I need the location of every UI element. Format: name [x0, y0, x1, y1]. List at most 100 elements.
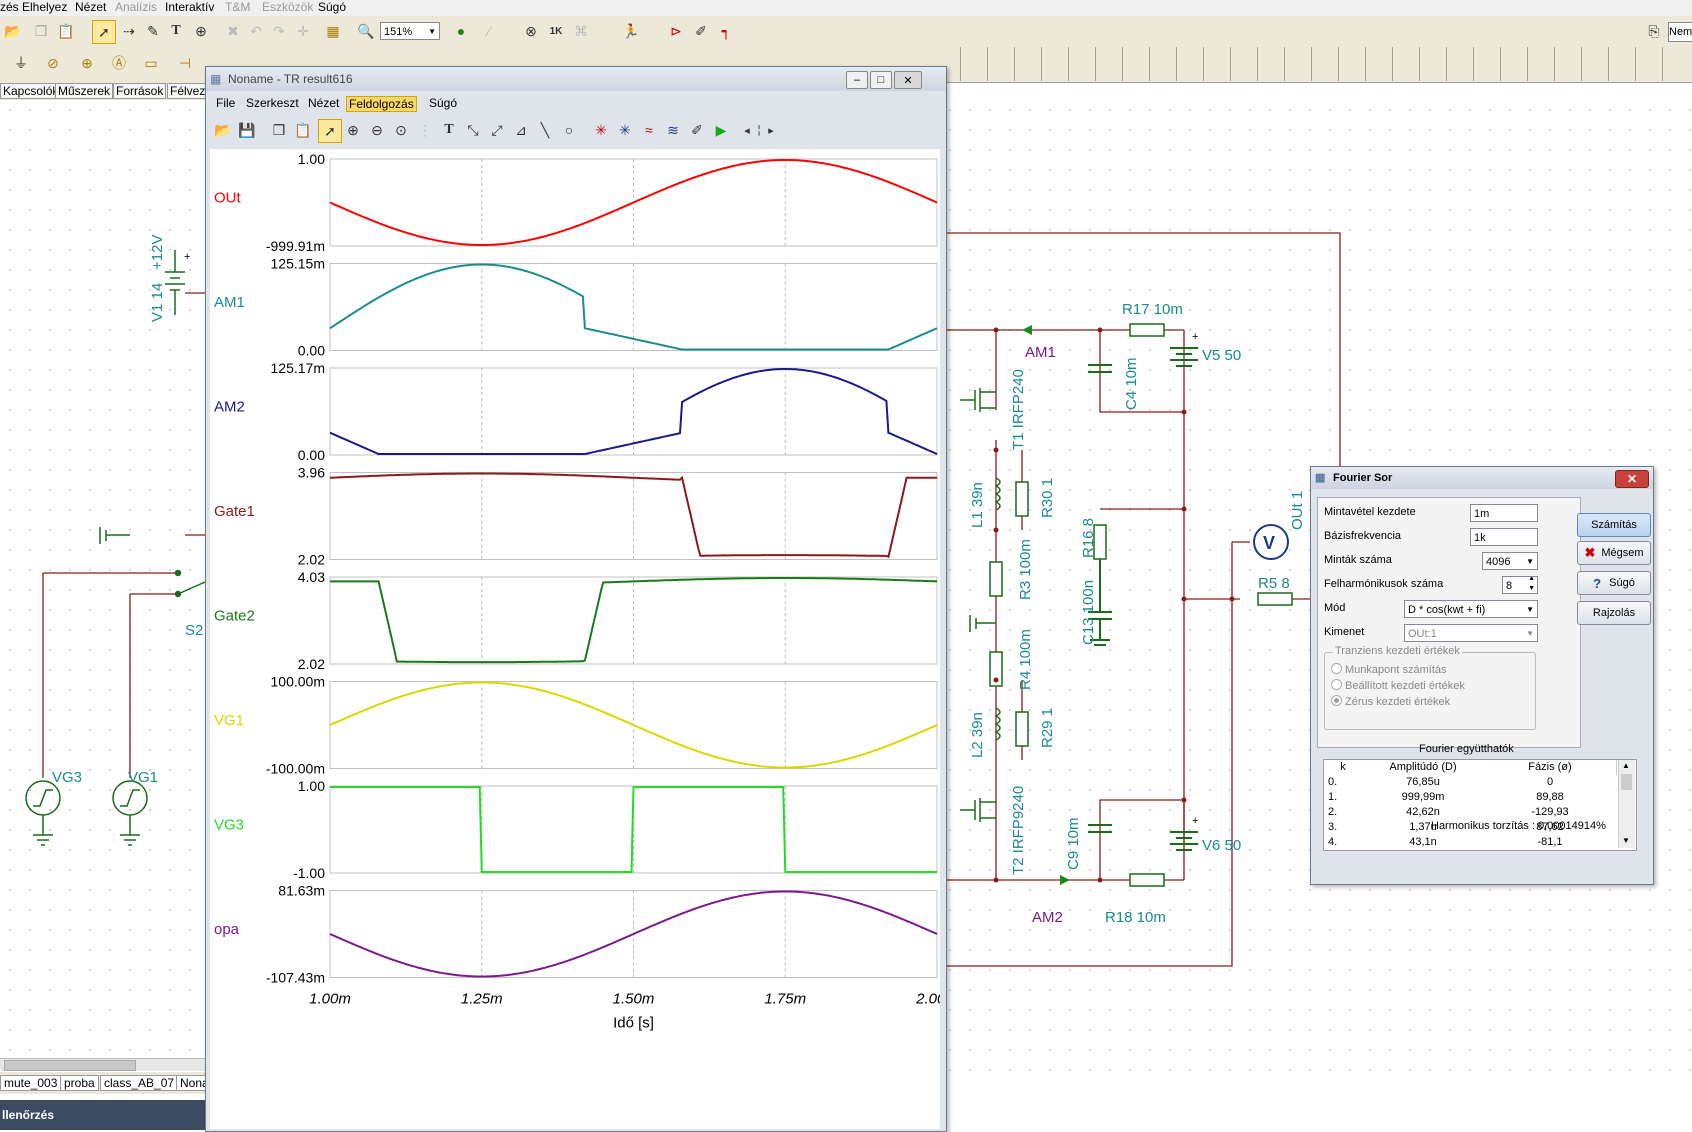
- interactive-icon[interactable]: ⌘: [570, 20, 592, 42]
- waves-a-icon[interactable]: ≈: [638, 119, 660, 141]
- stepper-arrows-icon[interactable]: ▲ ▼: [1528, 577, 1535, 593]
- tab-forrasok[interactable]: Források: [113, 83, 167, 99]
- menu-item-analizis[interactable]: Analízis: [115, 0, 157, 14]
- text-icon[interactable]: T: [438, 119, 460, 141]
- scrollbar-thumb[interactable]: [4, 1060, 136, 1071]
- grid-icon[interactable]: ▦: [322, 20, 344, 42]
- calc-button[interactable]: Számítás: [1577, 513, 1651, 537]
- delete-icon[interactable]: ✖: [222, 20, 244, 42]
- copy-icon[interactable]: ❐: [268, 119, 290, 141]
- nav-right-icon[interactable]: ▸: [760, 119, 782, 141]
- waves-b-icon[interactable]: ≋: [662, 119, 684, 141]
- base-freq-input[interactable]: 1k: [1470, 528, 1538, 546]
- harmonics-stepper[interactable]: 8 ▲ ▼: [1502, 576, 1538, 594]
- pen-icon[interactable]: ✎: [142, 20, 164, 42]
- close-button[interactable]: ✕: [894, 71, 922, 89]
- dc-analysis-icon[interactable]: ●: [450, 20, 472, 42]
- draw-button[interactable]: Rajzolás: [1577, 601, 1651, 625]
- mode-select[interactable]: D * cos(kwt + fi) ▼: [1404, 600, 1538, 618]
- help-button[interactable]: ? Súgó: [1577, 571, 1651, 595]
- menu-item-nezet[interactable]: Nézet: [75, 0, 106, 14]
- menu-item-tm[interactable]: T&M: [225, 0, 250, 14]
- tr-menu-feldolgozas[interactable]: Feldolgozás: [346, 96, 417, 112]
- sample-count-select[interactable]: 4096 ▼: [1482, 552, 1538, 570]
- radio-zero-initial[interactable]: Zérus kezdeti értékek: [1331, 695, 1450, 708]
- table-scrollbar[interactable]: ▲ ▼: [1618, 760, 1635, 848]
- cursor-b-icon[interactable]: ⤢: [486, 119, 508, 141]
- radio-set-initial[interactable]: Beállított kezdeti értékek: [1331, 679, 1465, 692]
- redo-icon[interactable]: ↷: [268, 20, 290, 42]
- fourier-titlebar[interactable]: ▦ Fourier Sor ✕: [1311, 467, 1653, 489]
- resistor-component-icon[interactable]: ▭: [140, 52, 162, 74]
- crosshair-icon[interactable]: ✛: [292, 20, 314, 42]
- zoom-icon[interactable]: 🔍: [355, 20, 377, 42]
- grid-toggle-icon[interactable]: ⋮: [414, 119, 436, 141]
- undo-icon[interactable]: ↶: [245, 20, 267, 42]
- marker-a-icon[interactable]: ✳: [590, 119, 612, 141]
- menu-item-elhelyez[interactable]: Elhelyez: [22, 0, 67, 14]
- menu-item-0[interactable]: zés: [0, 0, 19, 14]
- tool-b-icon[interactable]: ┑: [715, 20, 737, 42]
- circle-icon[interactable]: ○: [558, 119, 580, 141]
- doc-tab-mute-003[interactable]: mute_003: [0, 1075, 62, 1091]
- tr-menu-sugo[interactable]: Súgó: [427, 96, 459, 110]
- minimize-button[interactable]: –: [846, 71, 868, 89]
- paste-icon[interactable]: 📋: [55, 20, 77, 42]
- plot-area[interactable]: 1.00 -999.91m OUt 125.15m 0.00 AM1 125.17m 0.00…: [210, 149, 958, 1129]
- paste-icon[interactable]: 📋: [292, 119, 314, 141]
- capacitor-component-icon[interactable]: ⊣: [174, 52, 196, 74]
- tab-kapcsolok[interactable]: Kapcsolók: [0, 83, 62, 99]
- doc-tab-proba[interactable]: proba: [60, 1075, 99, 1091]
- axis-icon[interactable]: ⊿: [510, 119, 532, 141]
- probe-icon[interactable]: ⁄: [478, 20, 500, 42]
- zoom-out-icon[interactable]: ⊖: [366, 119, 388, 141]
- ammeter-component-icon[interactable]: Ⓐ: [108, 52, 130, 74]
- output-select[interactable]: OUt:1 ▼: [1404, 624, 1538, 642]
- select-arrow-icon[interactable]: ➚: [92, 20, 116, 44]
- open-folder-icon[interactable]: 📂: [2, 20, 24, 42]
- zoom-in-icon[interactable]: ⊕: [342, 119, 364, 141]
- run-icon[interactable]: 🏃: [620, 20, 642, 42]
- source-component-icon[interactable]: ⊕: [76, 52, 98, 74]
- menu-item-sugo[interactable]: Súgó: [318, 0, 346, 14]
- fourier-close-button[interactable]: ✕: [1615, 470, 1649, 488]
- language-select[interactable]: Nem: [1668, 22, 1692, 42]
- tr-menu-nezet[interactable]: Nézet: [306, 96, 341, 110]
- tr-menu-szerkeszt[interactable]: Szerkeszt: [244, 96, 301, 110]
- scroll-down-icon[interactable]: ▼: [1622, 836, 1630, 845]
- tool-right-icon[interactable]: ⎘: [1643, 20, 1665, 42]
- line-icon[interactable]: ╲: [534, 119, 556, 141]
- zoom-fit-icon[interactable]: ⊙: [390, 119, 412, 141]
- maximize-button[interactable]: □: [870, 71, 892, 89]
- tr-window-titlebar[interactable]: ▦ Noname - TR result616 – □ ✕: [206, 67, 946, 91]
- meter-component-icon[interactable]: ⊘: [42, 52, 64, 74]
- sample-start-input[interactable]: 1m: [1470, 504, 1538, 522]
- play-icon[interactable]: ▶: [710, 119, 732, 141]
- pointer-icon[interactable]: ➚: [318, 119, 342, 143]
- text-tool-icon[interactable]: T: [165, 20, 187, 42]
- node-tool-icon[interactable]: ⊕: [190, 20, 212, 42]
- tr-menu-file[interactable]: File: [214, 96, 237, 110]
- scroll-up-icon[interactable]: ▲: [1622, 761, 1630, 770]
- meter-icon[interactable]: ⊗: [520, 20, 542, 42]
- horizontal-scrollbar[interactable]: [0, 1058, 205, 1071]
- probe-icon[interactable]: ✐: [686, 119, 708, 141]
- open-icon[interactable]: 📂: [212, 119, 234, 141]
- zoom-select[interactable]: 151% ▼: [380, 22, 440, 40]
- copy-icon[interactable]: ❐: [30, 20, 52, 42]
- wire-tool-icon[interactable]: ⇢: [118, 20, 140, 42]
- cursor-a-icon[interactable]: ⤡: [462, 119, 484, 141]
- resistor-1k-icon[interactable]: 1K: [545, 20, 567, 42]
- marker-b-icon[interactable]: ✳: [614, 119, 636, 141]
- diode-icon[interactable]: ⊳: [665, 20, 687, 42]
- doc-tab-class-ab-07[interactable]: class_AB_07: [100, 1075, 179, 1091]
- cancel-button[interactable]: ✖ Mégsem: [1577, 541, 1651, 565]
- menu-item-eszkozok[interactable]: Eszközök: [262, 0, 313, 14]
- menu-item-interaktiv[interactable]: Interaktív: [165, 0, 214, 14]
- coeff-table[interactable]: k Amplitúdó (D) Fázis (ø) 0. 76,85u 0 1. 999…: [1323, 759, 1637, 851]
- ground-component-icon[interactable]: ⏚: [10, 52, 32, 74]
- table-scroll-thumb[interactable]: [1621, 774, 1632, 790]
- tab-muszerek[interactable]: Műszerek: [55, 83, 114, 99]
- tool-a-icon[interactable]: ✐: [690, 20, 712, 42]
- save-icon[interactable]: 💾: [236, 119, 258, 141]
